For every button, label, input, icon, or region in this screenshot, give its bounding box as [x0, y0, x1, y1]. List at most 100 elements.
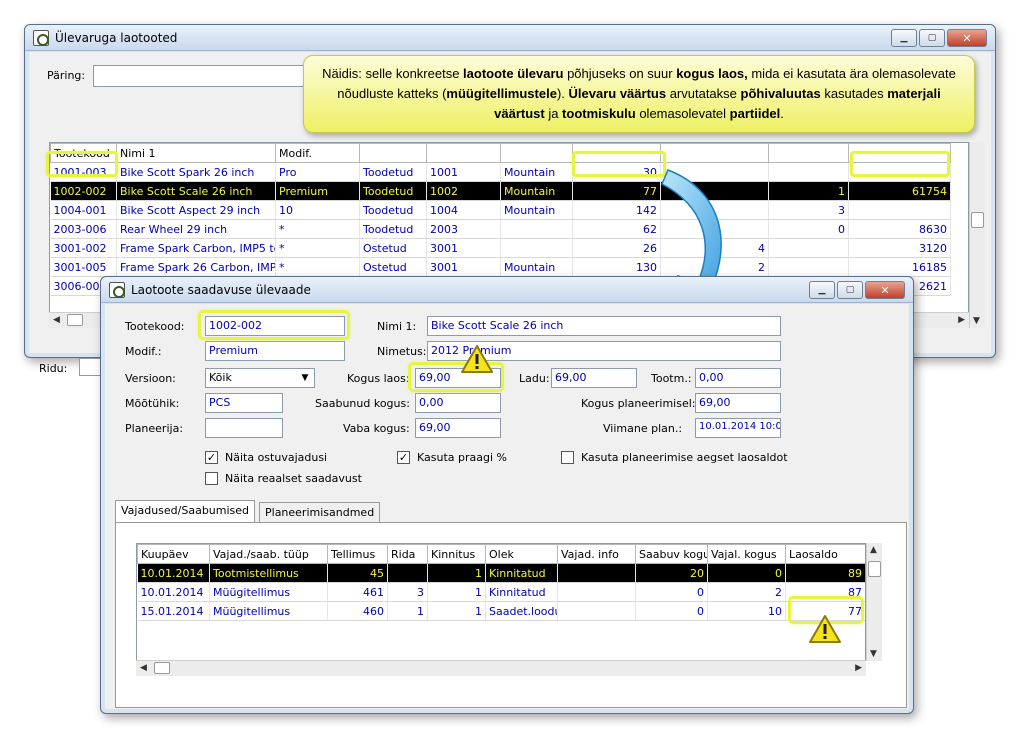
col-header[interactable]: Olek	[485, 544, 558, 564]
col-header[interactable]: Vajad. info	[557, 544, 636, 564]
table-cell: 2003	[426, 219, 501, 239]
table-cell: 1	[427, 563, 486, 583]
scroll-left-icon[interactable]: ◀	[53, 315, 60, 325]
callout-bold: kogus laos,	[676, 66, 748, 81]
table-cell: *	[275, 257, 360, 277]
scroll-left-icon[interactable]: ◀	[140, 663, 147, 673]
maximize-icon[interactable]: ▢	[919, 29, 945, 47]
close-icon[interactable]: ✕	[947, 29, 987, 47]
col-header[interactable]: Modif.	[275, 143, 360, 163]
table-cell: 0	[768, 219, 849, 239]
overstock-titlebar[interactable]: Ülevaruga laotooted ▁ ▢ ✕	[25, 25, 995, 51]
planeerija-field[interactable]	[205, 418, 283, 438]
scroll-thumb[interactable]	[971, 212, 984, 228]
table-cell: 3001	[426, 238, 501, 258]
callout-bold: põhivaluutas	[740, 86, 821, 101]
minimize-icon[interactable]: ▁	[809, 281, 835, 299]
table-row[interactable]: 15.01.2014Müügitellimus46011Saadet.loodu…	[137, 601, 865, 621]
overstock-table: Tootekood Nimi 1 Modif. 1001-003 Bike Sco…	[50, 143, 951, 296]
hscroll-thumb[interactable]	[154, 662, 170, 674]
col-header[interactable]	[500, 143, 573, 163]
vaba-field[interactable]: 69,00	[415, 418, 501, 438]
table-cell	[557, 582, 636, 602]
table-cell: Saadet.loodud	[485, 601, 558, 621]
table-cell: 3001-002	[50, 238, 117, 258]
table-row[interactable]: 1004-001 Bike Scott Aspect 29 inch 10 Toode…	[50, 200, 951, 220]
versioon-select[interactable]: Kõik ▼	[205, 368, 315, 388]
saabunud-field[interactable]: 0,00	[415, 393, 501, 413]
table-cell: 1	[427, 582, 486, 602]
tootm-field[interactable]: 0,00	[695, 368, 781, 388]
col-header[interactable]: Tellimus	[327, 544, 388, 564]
availability-vscrollbar[interactable]: ▲ ▼	[866, 543, 882, 661]
overstock-vscrollbar[interactable]: ▼	[969, 142, 985, 328]
table-cell: 20	[635, 563, 708, 583]
table-cell: Toodetud	[359, 200, 427, 220]
table-cell: Mountain	[500, 162, 573, 182]
scroll-down-icon[interactable]: ▼	[973, 316, 980, 326]
table-row[interactable]: 1002-002 Bike Scott Scale 26 inch Premium T…	[50, 181, 951, 201]
chevron-down-icon[interactable]: ▼	[297, 370, 313, 386]
table-cell: 61754	[848, 181, 951, 201]
table-cell: Toodetud	[359, 162, 427, 182]
col-header[interactable]	[359, 143, 427, 163]
tab-vajadused[interactable]: Vajadused/Saabumised	[115, 500, 256, 522]
modif-label: Modif.:	[125, 345, 162, 358]
maximize-icon[interactable]: ▢	[837, 281, 863, 299]
praagi-label: Kasuta praagi %	[417, 451, 507, 464]
ladu-field[interactable]: 69,00	[551, 368, 637, 388]
table-cell: Ostetud	[359, 257, 427, 277]
table-cell: 0	[635, 601, 708, 621]
mootuhik-field[interactable]: PCS	[205, 393, 283, 413]
table-cell: 89	[785, 563, 865, 583]
availability-hscrollbar[interactable]: ◀ ▶	[136, 660, 866, 676]
col-header[interactable]: Laosaldo	[785, 544, 865, 564]
col-header[interactable]: Nimi 1	[116, 143, 276, 163]
scroll-thumb[interactable]	[868, 561, 881, 577]
query-input[interactable]	[93, 65, 313, 87]
close-icon[interactable]: ✕	[865, 281, 905, 299]
ostuvajadusi-checkbox[interactable]: ✓	[205, 451, 218, 464]
col-header[interactable]: Kinnitus	[427, 544, 486, 564]
minimize-icon[interactable]: ▁	[891, 29, 917, 47]
modif-field[interactable]: Premium	[205, 341, 345, 361]
nimi1-field[interactable]: Bike Scott Scale 26 inch	[427, 316, 781, 336]
availability-titlebar[interactable]: Laotoote saadavuse ülevaade ▁ ▢ ✕	[101, 277, 913, 303]
col-header[interactable]	[768, 143, 849, 163]
table-cell: Mountain	[500, 181, 573, 201]
table-cell: Frame Spark 26 Carbon, IMP3	[116, 257, 276, 277]
scroll-up-icon[interactable]: ▲	[870, 545, 877, 555]
tab-panel: Kuupäev Vajad./saab. tüüp Tellimus Rida …	[115, 522, 907, 708]
window-controls: ▁ ▢ ✕	[809, 281, 905, 299]
tab-planeerimisandmed[interactable]: Planeerimisandmed	[259, 502, 381, 522]
col-header[interactable]: Kuupäev	[137, 544, 210, 564]
table-row[interactable]: 10.01.2014 Müügitellimus 461 3 1 Kinnitatud 0 2…	[137, 582, 865, 602]
table-cell: 3120	[848, 238, 951, 258]
reaalset-checkbox[interactable]	[205, 472, 218, 485]
callout-bold: tootmiskulu	[562, 106, 636, 121]
table-row[interactable]: 3001-002 Frame Spark Carbon, IMP5 tec * Ost…	[50, 238, 951, 258]
col-header[interactable]: Saabuv kogus	[635, 544, 708, 564]
col-header[interactable]: Vajad./saab. tüüp	[209, 544, 328, 564]
table-row[interactable]: 2003-006 Rear Wheel 29 inch * Toodetud 2003 6…	[50, 219, 951, 239]
kogus-plan-field[interactable]: 69,00	[695, 393, 781, 413]
hscroll-thumb[interactable]	[67, 314, 83, 326]
viimane-field[interactable]: 10.01.2014 10:00:49	[695, 418, 781, 438]
table-row[interactable]: 1001-003 Bike Scott Spark 26 inch Pro Toode…	[50, 162, 951, 182]
callout-text: olemasolevatel	[635, 106, 730, 121]
table-cell: 1001	[426, 162, 501, 182]
table-cell: 2	[707, 582, 786, 602]
col-header[interactable]	[426, 143, 501, 163]
table-cell: 1002	[426, 181, 501, 201]
table-cell: 1	[768, 181, 849, 201]
scroll-right-icon[interactable]: ▶	[855, 663, 862, 673]
table-row[interactable]: 3001-005 Frame Spark 26 Carbon, IMP3 * Oste…	[50, 257, 951, 277]
table-cell: 461	[327, 582, 388, 602]
table-row[interactable]: 10.01.2014 Tootmistellimus 45 1 Kinnitatud 20…	[137, 563, 865, 583]
col-header[interactable]: Vajal. kogus	[707, 544, 786, 564]
scroll-right-icon[interactable]: ▶	[958, 315, 965, 325]
col-header[interactable]: Rida	[387, 544, 428, 564]
aegset-checkbox[interactable]	[561, 451, 574, 464]
scroll-down-icon[interactable]: ▼	[870, 649, 877, 659]
praagi-checkbox[interactable]: ✓	[397, 451, 410, 464]
